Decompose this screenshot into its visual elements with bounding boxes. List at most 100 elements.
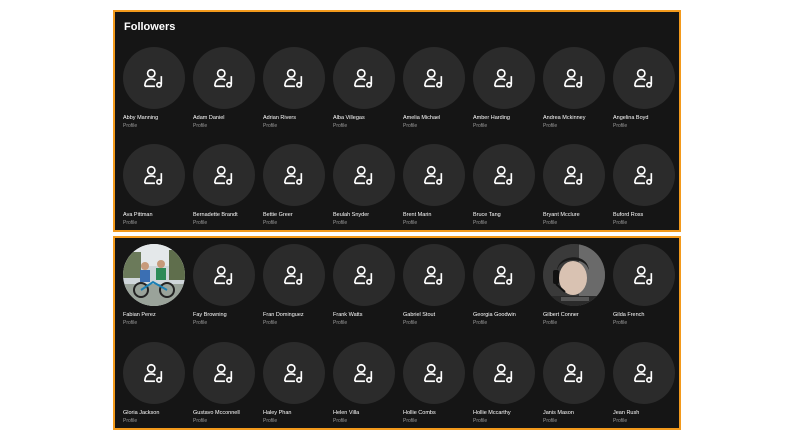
follower-name[interactable]: Gustavo Mcconnell [193, 410, 263, 417]
follower-name[interactable]: Adam Daniel [193, 115, 263, 122]
avatar[interactable] [613, 47, 675, 109]
follower-card[interactable]: Amelia Michael Profile [403, 47, 473, 129]
follower-name[interactable]: Angelina Boyd [613, 115, 683, 122]
avatar[interactable] [543, 47, 605, 109]
follower-card[interactable]: Gilda French Profile [613, 244, 683, 326]
avatar[interactable] [613, 144, 675, 206]
follower-name[interactable]: Gilda French [613, 312, 683, 319]
follower-name[interactable]: Beulah Snyder [333, 212, 403, 219]
avatar[interactable] [403, 244, 465, 306]
follower-card[interactable]: Helen Villa Profile [333, 342, 403, 424]
avatar[interactable] [123, 47, 185, 109]
follower-name[interactable]: Gloria Jackson [123, 410, 193, 417]
follower-name[interactable]: Bettie Greer [263, 212, 333, 219]
follower-card[interactable]: Haley Phan Profile [263, 342, 333, 424]
follower-card[interactable]: Alba Villegas Profile [333, 47, 403, 129]
avatar[interactable] [403, 342, 465, 404]
avatar[interactable] [333, 244, 395, 306]
avatar[interactable] [543, 144, 605, 206]
avatar[interactable] [473, 144, 535, 206]
follower-card[interactable]: Bruce Tang Profile [473, 144, 543, 226]
follower-card[interactable]: Hollie Combs Profile [403, 342, 473, 424]
avatar[interactable] [263, 342, 325, 404]
follower-card[interactable]: Angelina Boyd Profile [613, 47, 683, 129]
follower-card[interactable]: Gabriel Stout Profile [403, 244, 473, 326]
follower-card[interactable]: Frank Watts Profile [333, 244, 403, 326]
avatar[interactable] [123, 244, 185, 306]
follower-name[interactable]: Frank Watts [333, 312, 403, 319]
follower-name[interactable]: Fabian Perez [123, 312, 193, 319]
follower-name[interactable]: Gilbert Conner [543, 312, 613, 319]
avatar[interactable] [403, 47, 465, 109]
follower-name[interactable]: Abby Manning [123, 115, 193, 122]
user-music-icon [214, 165, 233, 185]
follower-name[interactable]: Helen Villa [333, 410, 403, 417]
avatar[interactable] [123, 342, 185, 404]
follower-name[interactable]: Alba Villegas [333, 115, 403, 122]
follower-card[interactable]: Adam Daniel Profile [193, 47, 263, 129]
follower-card[interactable]: Janis Mason Profile [543, 342, 613, 424]
user-music-icon [494, 68, 513, 88]
follower-card[interactable]: Bettie Greer Profile [263, 144, 333, 226]
avatar[interactable] [263, 244, 325, 306]
follower-name[interactable]: Gabriel Stout [403, 312, 473, 319]
avatar[interactable] [333, 144, 395, 206]
follower-card[interactable]: Bryant Mcclure Profile [543, 144, 613, 226]
follower-name[interactable]: Bruce Tang [473, 212, 543, 219]
avatar[interactable] [123, 144, 185, 206]
follower-card[interactable]: Buford Ross Profile [613, 144, 683, 226]
avatar[interactable] [473, 47, 535, 109]
follower-name[interactable]: Haley Phan [263, 410, 333, 417]
follower-card[interactable]: Andrea Mckinney Profile [543, 47, 613, 129]
follower-name[interactable]: Fran Dominguez [263, 312, 333, 319]
follower-name[interactable]: Buford Ross [613, 212, 683, 219]
follower-name[interactable]: Andrea Mckinney [543, 115, 613, 122]
follower-card[interactable]: Brent Marin Profile [403, 144, 473, 226]
follower-name[interactable]: Adrian Rivers [263, 115, 333, 122]
follower-name[interactable]: Bryant Mcclure [543, 212, 613, 219]
avatar[interactable] [543, 244, 605, 306]
avatar[interactable] [193, 244, 255, 306]
user-music-icon [634, 265, 653, 285]
avatar[interactable] [473, 244, 535, 306]
avatar[interactable] [403, 144, 465, 206]
follower-name[interactable]: Georgia Goodwin [473, 312, 543, 319]
follower-card[interactable]: Gustavo Mcconnell Profile [193, 342, 263, 424]
follower-card[interactable]: Ava Pittman Profile [123, 144, 193, 226]
follower-card[interactable]: Gloria Jackson Profile [123, 342, 193, 424]
follower-name[interactable]: Hollie Combs [403, 410, 473, 417]
follower-name[interactable]: Bernadette Brandt [193, 212, 263, 219]
avatar[interactable] [193, 342, 255, 404]
follower-card[interactable]: Jean Rush Profile [613, 342, 683, 424]
avatar[interactable] [193, 144, 255, 206]
follower-card[interactable]: Abby Manning Profile [123, 47, 193, 129]
avatar[interactable] [613, 342, 675, 404]
avatar[interactable] [333, 342, 395, 404]
follower-card[interactable]: Gilbert Conner Profile [543, 244, 613, 326]
follower-name[interactable]: Amber Harding [473, 115, 543, 122]
follower-card[interactable]: Fran Dominguez Profile [263, 244, 333, 326]
follower-card[interactable]: Hollie Mccarthy Profile [473, 342, 543, 424]
follower-name[interactable]: Hollie Mccarthy [473, 410, 543, 417]
follower-name[interactable]: Fay Browning [193, 312, 263, 319]
follower-name[interactable]: Janis Mason [543, 410, 613, 417]
avatar[interactable] [543, 342, 605, 404]
follower-name[interactable]: Brent Marin [403, 212, 473, 219]
follower-card[interactable]: Fabian Perez Profile [123, 244, 193, 326]
follower-card[interactable]: Adrian Rivers Profile [263, 47, 333, 129]
follower-card[interactable]: Amber Harding Profile [473, 47, 543, 129]
avatar[interactable] [613, 244, 675, 306]
follower-name[interactable]: Amelia Michael [403, 115, 473, 122]
user-music-icon [214, 363, 233, 383]
follower-card[interactable]: Bernadette Brandt Profile [193, 144, 263, 226]
follower-name[interactable]: Ava Pittman [123, 212, 193, 219]
follower-card[interactable]: Georgia Goodwin Profile [473, 244, 543, 326]
follower-name[interactable]: Jean Rush [613, 410, 683, 417]
avatar[interactable] [263, 144, 325, 206]
avatar[interactable] [263, 47, 325, 109]
avatar[interactable] [473, 342, 535, 404]
avatar[interactable] [333, 47, 395, 109]
follower-card[interactable]: Fay Browning Profile [193, 244, 263, 326]
follower-card[interactable]: Beulah Snyder Profile [333, 144, 403, 226]
avatar[interactable] [193, 47, 255, 109]
